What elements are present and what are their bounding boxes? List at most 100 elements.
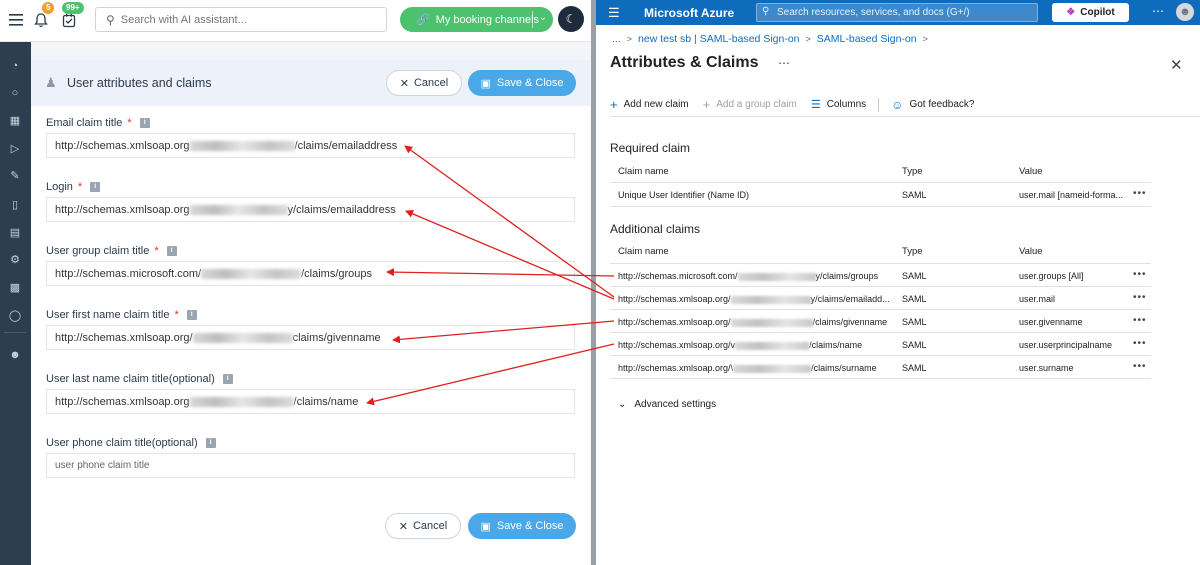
required-claim-heading: Required claim [610,141,691,155]
info-icon[interactable]: i [205,438,216,448]
row-more-icon[interactable]: ••• [1133,292,1147,303]
user-profile-icon[interactable]: ☻ [5,345,25,365]
phone-claim-input[interactable]: user phone claim title [46,453,575,478]
billing-icon[interactable]: ▩ [5,277,25,297]
chevron-down-icon[interactable]: ⌄ [539,12,547,23]
claim-row-surname-name[interactable]: http://schemas.xmlsoap.org/\ /claims/surn… [618,363,877,373]
close-icon: ✕ [398,520,408,533]
claim-name-suffix: /claims/name [809,340,863,350]
claim-row-groups-name[interactable]: http://schemas.microsoft.com/y/claims/gr… [618,271,878,281]
ai-search-input[interactable] [120,13,361,26]
info-icon[interactable]: i [222,374,233,384]
cancel-label: Cancel [412,520,448,532]
close-icon: ✕ [399,77,409,90]
booking-channels-button[interactable]: 🔗 My booking channels ⌄ [400,7,553,32]
claim-type: SAML [902,340,927,350]
value-prefix: http://schemas.xmlsoap.org/ [55,331,193,344]
user-attributes-card: ♟ User attributes and claims ✕ Cancel ▣ … [31,60,590,565]
breadcrumb-app-sso[interactable]: new test sb | SAML-based Sign-on [638,33,799,45]
azure-search-box[interactable]: ⚲ Search resources, services, and docs (… [756,3,1038,22]
claim-name-prefix: http://schemas.microsoft.com/ [618,271,738,281]
group-claim-input[interactable]: http://schemas.microsoft.com/ /claims/gro… [46,261,575,286]
avatar[interactable]: ☻ [1176,3,1194,21]
search-icon: ⚲ [762,6,770,17]
link-icon: 🔗 [416,14,430,26]
cancel-label: Cancel [413,77,449,89]
first-name-claim-label: User first name claim title * i [46,309,197,321]
save-close-button-top[interactable]: ▣ Save & Close [468,70,576,96]
cancel-button-top[interactable]: ✕ Cancel [386,70,462,96]
feedback-button[interactable]: ☺ Got feedback? [891,98,974,112]
required-claim-name[interactable]: Unique User Identifier (Name ID) [618,190,749,200]
settings-gear-icon[interactable]: ⚙ [5,249,25,269]
more-options-icon[interactable]: ⋯ [778,56,790,70]
columns-label: Columns [826,99,867,110]
claim-row-name-name[interactable]: http://schemas.xmlsoap.org/v/claims/name [618,340,862,350]
login-label: Login * i [46,181,101,193]
more-options-icon[interactable]: ⋯ [1152,4,1164,18]
claim-value: user.surname [1019,363,1074,373]
close-icon[interactable]: ✕ [1170,56,1183,74]
required-asterisk: * [174,309,179,321]
hamburger-menu-icon[interactable] [4,8,28,32]
row-more-icon[interactable]: ••• [1133,269,1147,280]
calendar-icon[interactable]: ▦ [5,110,25,130]
theme-toggle-moon-icon[interactable]: ☾ [558,6,584,32]
pencil-icon[interactable]: ✎ [5,165,25,185]
value-suffix: /claims/name [293,395,359,408]
dashboard-icon[interactable]: ◔ [5,56,25,76]
field-label-text: User group claim title [46,245,150,257]
add-new-claim-button[interactable]: + Add new claim [610,97,689,112]
redacted-segment [733,364,812,373]
cancel-button-bottom[interactable]: ✕ Cancel [385,513,461,539]
chevron-right-icon: > [805,34,811,44]
megaphone-icon[interactable]: ▷ [5,138,25,158]
email-claim-input[interactable]: http://schemas.xmlsoap.org/claims/emaila… [46,133,575,158]
first-name-claim-input[interactable]: http://schemas.xmlsoap.org/claims/givenn… [46,325,575,350]
info-icon[interactable]: i [90,182,101,192]
breadcrumb-ellipsis[interactable]: ... [612,33,621,45]
columns-list-icon: ☰ [810,99,821,111]
chevron-right-icon: > [922,34,928,44]
save-close-button-bottom[interactable]: ▣ Save & Close [468,513,576,539]
column-header-type: Type [902,246,923,257]
add-group-claim-button[interactable]: + Add a group claim [703,97,797,112]
reports-chart-icon[interactable]: ▯ [5,194,25,214]
gift-icon[interactable]: ▤ [5,222,25,242]
chat-icon[interactable]: ◯ [5,305,25,325]
claim-row-email-name[interactable]: http://schemas.xmlsoap.org/y/claims/emai… [618,294,890,304]
claim-row-givenname-name[interactable]: http://schemas.xmlsoap.org/ /claims/given… [618,317,887,327]
azure-portal-window: ☰ Microsoft Azure ⚲ Search resources, se… [596,0,1200,565]
field-label-text: User last name claim title(optional) [46,373,215,385]
hamburger-menu-icon[interactable]: ☰ [608,5,620,21]
claim-type: SAML [902,294,927,304]
booking-channels-label: My booking channels [435,13,540,26]
info-icon[interactable]: i [186,310,197,320]
row-more-icon[interactable]: ••• [1133,338,1147,349]
row-more-icon[interactable]: ••• [1133,315,1147,326]
advanced-settings-toggle[interactable]: ⌄ Advanced settings [618,399,716,410]
last-name-claim-input[interactable]: http://schemas.xmlsoap.org/claims/name [46,389,575,414]
ai-search-box[interactable]: ⚲ [95,7,387,32]
command-bar: + Add new claim + Add a group claim ☰ Co… [610,97,988,112]
add-group-claim-label: Add a group claim [716,99,797,110]
columns-button[interactable]: ☰ Columns [811,98,866,111]
command-separator [878,97,880,112]
copilot-button[interactable]: ❖ Copilot [1052,3,1129,22]
login-input[interactable]: http://schemas.xmlsoap.org y/claims/email… [46,197,575,222]
save-disk-icon: ▣ [480,520,491,533]
value-prefix: http://schemas.xmlsoap.org [55,395,190,408]
lightbulb-icon[interactable]: ○ [5,83,25,103]
breadcrumb-saml-sso[interactable]: SAML-based Sign-on [817,33,917,45]
chevron-down-icon: ⌄ [618,399,627,410]
info-icon[interactable]: i [139,118,150,128]
redacted-segment [730,318,813,327]
column-header-value: Value [1019,166,1043,177]
claim-value: user.userprincipalname [1019,340,1113,350]
row-more-icon[interactable]: ••• [1133,361,1147,372]
info-icon[interactable]: i [166,246,177,256]
row-more-icon[interactable]: ••• [1133,188,1147,199]
additional-claims-heading: Additional claims [610,222,701,236]
azure-search-placeholder: Search resources, services, and docs (G+… [777,7,970,18]
required-claim-type: SAML [902,190,927,200]
